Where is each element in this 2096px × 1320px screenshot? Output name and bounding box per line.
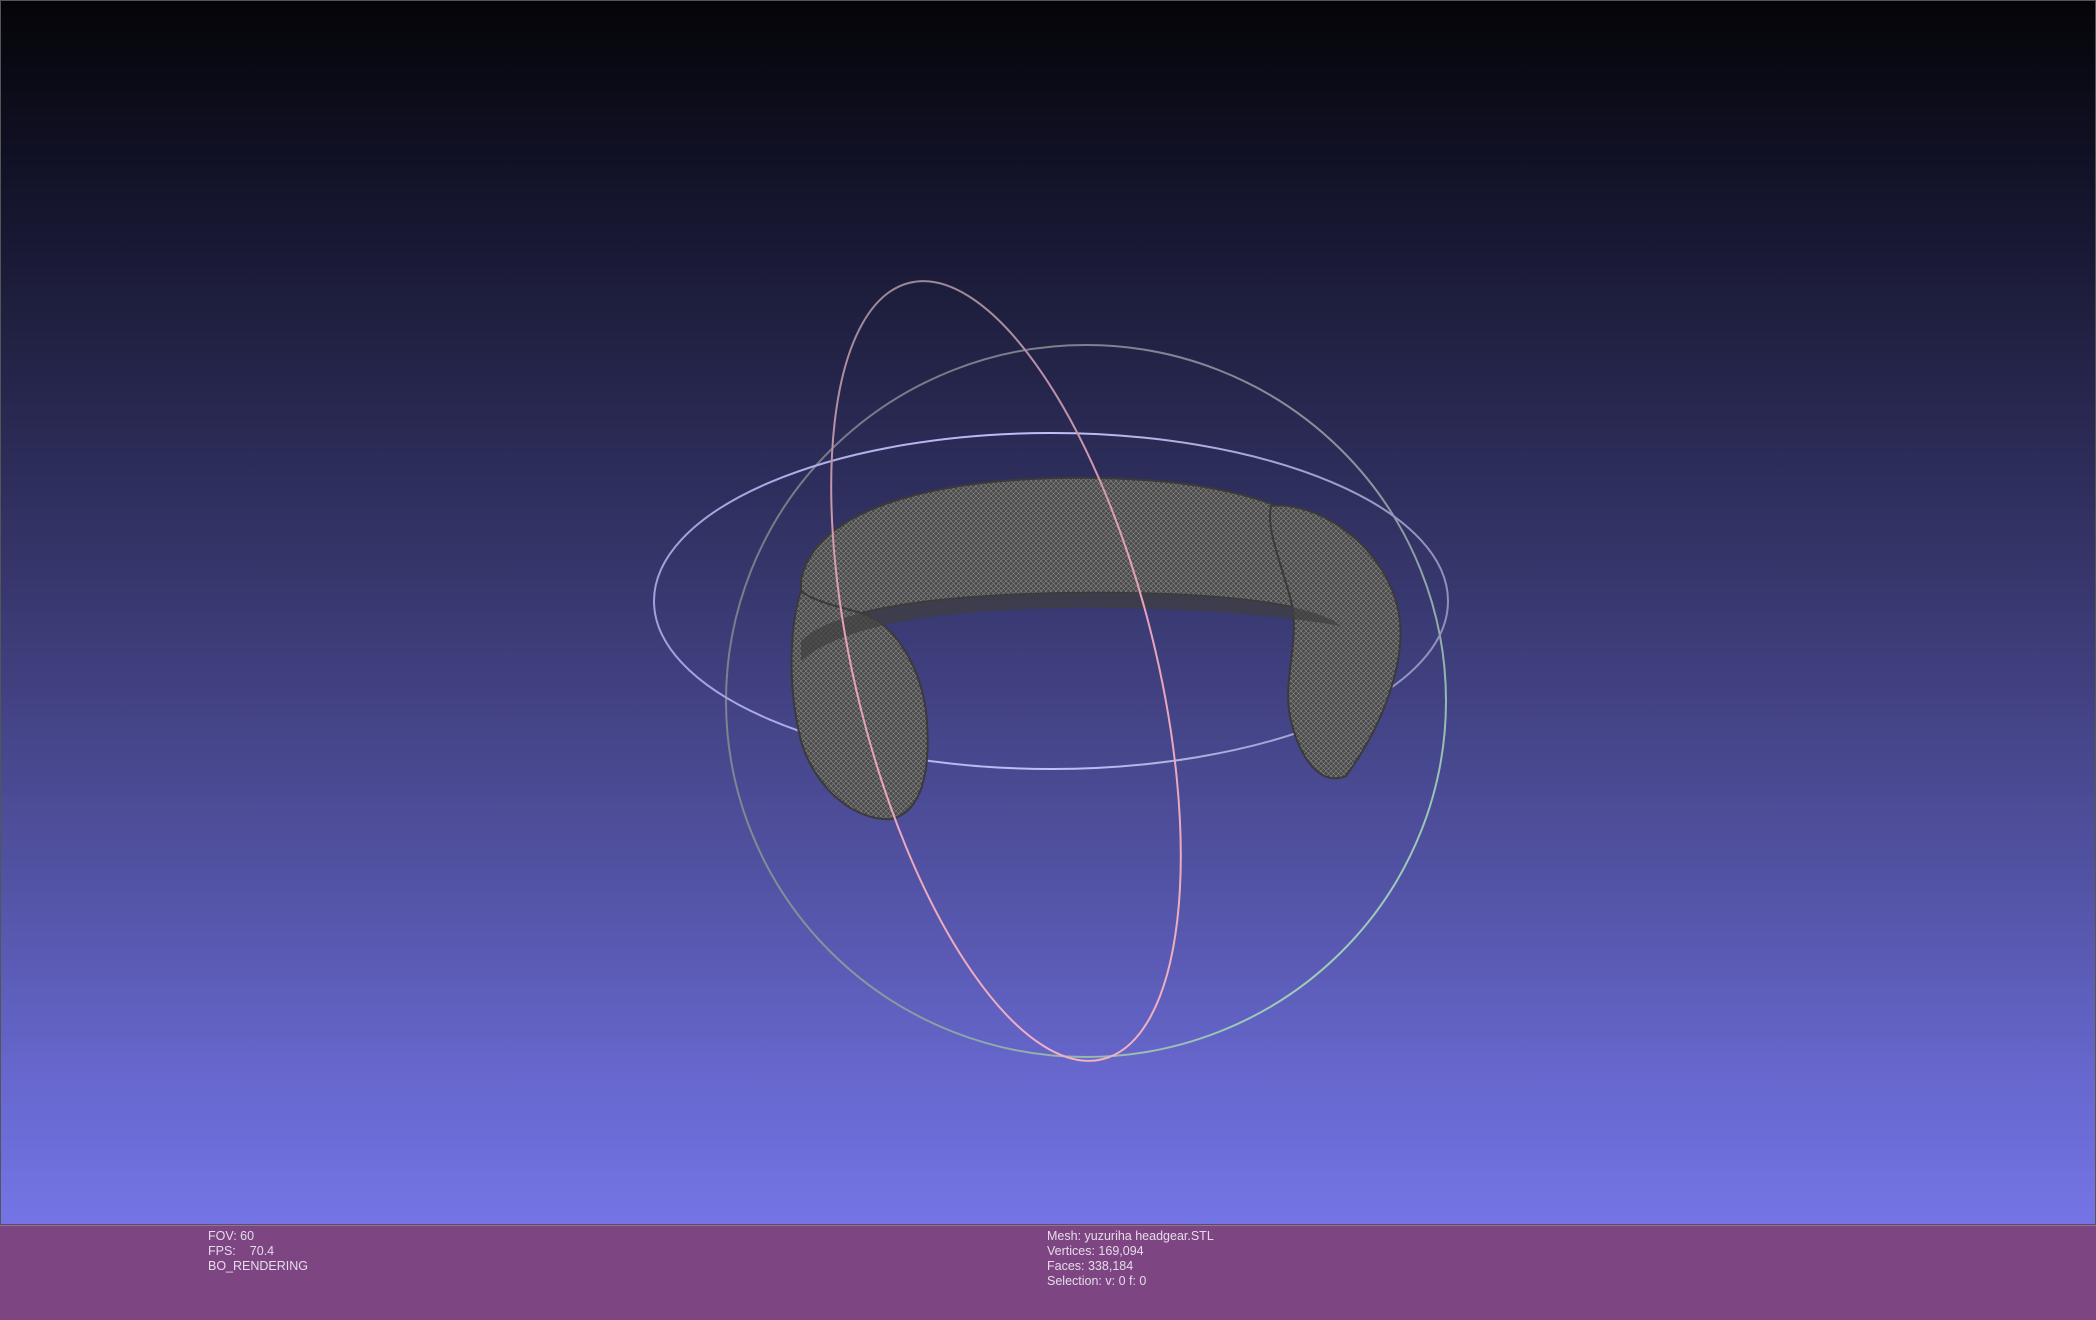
3d-viewport[interactable]	[0, 0, 2096, 1225]
selection-info: Selection: v: 0 f: 0	[1047, 1274, 1147, 1288]
mesh-name: Mesh: yuzuriha headgear.STL	[1047, 1229, 1214, 1243]
face-count: Faces: 338,184	[1047, 1259, 1134, 1273]
fps-value: 70.4	[249, 1244, 275, 1258]
info-bar: FOV: 60 FPS: 70.4 BO_RENDERING Mesh: yuzu…	[0, 1225, 2096, 1320]
rendering-mode: BO_RENDERING	[208, 1259, 309, 1273]
scene-canvas[interactable]	[1, 1, 2096, 1226]
fov-label: FOV: 60	[208, 1229, 255, 1243]
mesh-info: Mesh: yuzuriha headgear.STL Vertices: 16…	[1047, 1229, 1214, 1289]
render-info: FOV: 60 FPS: 70.4 BO_RENDERING	[208, 1229, 308, 1274]
fps-label: FPS:	[208, 1244, 236, 1258]
fps-readout: FPS: 70.4	[208, 1244, 308, 1259]
vertex-count: Vertices: 169,094	[1047, 1244, 1144, 1258]
